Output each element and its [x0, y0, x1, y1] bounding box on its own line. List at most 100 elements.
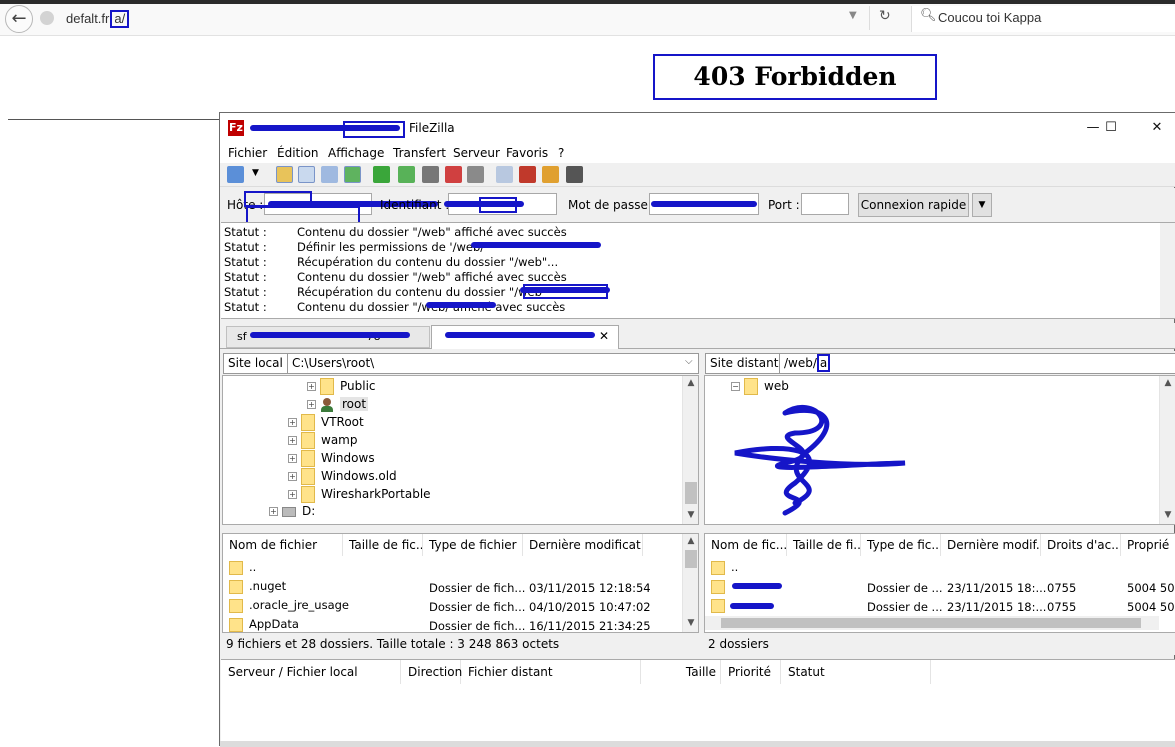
- column-header[interactable]: Nom de fichier: [223, 534, 343, 556]
- local-tree-scrollbar[interactable]: ▲ ▼: [682, 376, 698, 524]
- column-header[interactable]: Direction: [401, 660, 462, 684]
- disconnect-icon[interactable]: [445, 166, 462, 183]
- menu-favoris[interactable]: Favoris: [506, 146, 548, 160]
- column-header[interactable]: Taille de fi...: [787, 534, 861, 556]
- file-type: Dossier de fich...: [429, 600, 526, 614]
- local-tree: + Public + root + VTRoot + wamp + Windows + Wi…: [222, 375, 699, 525]
- close-button[interactable]: ✕: [1142, 117, 1172, 139]
- file-type: Dossier de ...: [867, 600, 943, 614]
- sync-browse-icon[interactable]: [542, 166, 559, 183]
- remote-tree-scrollbar[interactable]: ▲ ▼: [1159, 376, 1175, 524]
- refresh-icon[interactable]: [373, 166, 390, 183]
- quickconnect-dropdown-button[interactable]: ▼: [972, 193, 992, 217]
- toggle-queue-icon[interactable]: [344, 166, 361, 183]
- log-scrollbar[interactable]: [1160, 223, 1175, 318]
- tree-item-vtroot[interactable]: + VTRoot: [288, 414, 364, 431]
- password-label: Mot de passe :: [568, 198, 656, 212]
- toggle-remote-tree-icon[interactable]: [321, 166, 338, 183]
- menu-serveur[interactable]: Serveur: [453, 146, 500, 160]
- drive-icon: [282, 506, 296, 517]
- url-path-highlight: a/: [110, 10, 130, 28]
- queue-scrollbar[interactable]: [220, 741, 1175, 747]
- file-owner: 5004 500: [1127, 600, 1175, 614]
- log-row: Statut : Récupération du contenu du dossi…: [224, 285, 542, 299]
- column-header[interactable]: Dernière modif...: [941, 534, 1041, 556]
- list-item[interactable]: AppData: [229, 617, 299, 632]
- column-header[interactable]: Statut: [781, 660, 931, 684]
- log-row: Statut : Récupération du contenu du dossi…: [224, 255, 559, 269]
- close-tab-icon[interactable]: ✕: [599, 329, 609, 343]
- site-manager-dropdown-icon[interactable]: ▼: [252, 168, 259, 178]
- column-header[interactable]: Taille de fic...: [343, 534, 423, 556]
- column-header[interactable]: Serveur / Fichier local: [221, 660, 401, 684]
- column-header[interactable]: Proprié: [1121, 534, 1175, 556]
- redaction-scribble: [445, 332, 595, 338]
- filezilla-window: Fz FileZilla — ☐ ✕ Fichier Édition Affic…: [219, 112, 1175, 747]
- column-header[interactable]: Droits d'ac...: [1041, 534, 1121, 556]
- cancel-operation-icon[interactable]: [422, 166, 439, 183]
- site-manager-icon[interactable]: [227, 166, 244, 183]
- column-header[interactable]: Type de fichier: [423, 534, 523, 556]
- folder-icon: [301, 414, 315, 431]
- port-input[interactable]: [801, 193, 849, 215]
- redaction-box: [523, 284, 608, 299]
- column-header[interactable]: Type de fic...: [861, 534, 941, 556]
- list-item[interactable]: .nuget: [229, 579, 286, 594]
- list-item[interactable]: [711, 598, 731, 613]
- filter-icon[interactable]: [496, 166, 513, 183]
- menu-edition[interactable]: Édition: [277, 146, 319, 160]
- quickconnect-button[interactable]: Connexion rapide: [858, 193, 969, 217]
- file-type: Dossier de fich...: [429, 619, 526, 633]
- column-header[interactable]: Priorité: [721, 660, 781, 684]
- tree-item-drive-d[interactable]: + D:: [269, 504, 315, 518]
- column-header[interactable]: Dernière modificat...: [523, 534, 643, 556]
- column-header[interactable]: Nom de fic...: [705, 534, 787, 556]
- maximize-button[interactable]: ☐: [1096, 117, 1126, 139]
- transfer-queue: Serveur / Fichier local Direction Fichie…: [221, 659, 1175, 745]
- divider: [8, 119, 223, 120]
- search-files-icon[interactable]: [566, 166, 583, 183]
- reconnect-icon[interactable]: [467, 166, 484, 183]
- back-button[interactable]: ←: [5, 5, 33, 33]
- process-queue-icon[interactable]: [398, 166, 415, 183]
- menu-fichier[interactable]: Fichier: [228, 146, 267, 160]
- redaction-scribble: [250, 332, 410, 338]
- redaction-scribble: [730, 603, 774, 609]
- list-item[interactable]: ..: [229, 560, 256, 575]
- tree-item-windows-old[interactable]: + Windows.old: [288, 468, 397, 485]
- tree-item-root[interactable]: + root: [307, 396, 369, 413]
- window-title: FileZilla: [409, 121, 455, 135]
- tree-item-windows[interactable]: + Windows: [288, 450, 375, 467]
- reload-icon[interactable]: ↻: [879, 8, 891, 24]
- url-history-dropdown-icon[interactable]: ▼: [849, 10, 857, 21]
- redaction-scribble: [651, 201, 757, 207]
- menu-affichage[interactable]: Affichage: [328, 146, 384, 160]
- tree-item-public[interactable]: + Public: [307, 378, 376, 395]
- local-path-dropdown-icon[interactable]: ⌵: [685, 356, 693, 367]
- menu-transfert[interactable]: Transfert: [393, 146, 446, 160]
- globe-icon: [40, 11, 54, 25]
- address-bar[interactable]: defalt.fr a/: [66, 10, 130, 28]
- column-header[interactable]: Taille: [641, 660, 721, 684]
- list-item[interactable]: [711, 579, 731, 594]
- search-input[interactable]: Coucou toi Kappa: [938, 10, 1041, 25]
- remote-path-highlight: a: [816, 354, 831, 372]
- column-header[interactable]: Fichier distant: [461, 660, 641, 684]
- toolbar: [220, 163, 1175, 187]
- local-path-input[interactable]: C:\Users\root\: [287, 353, 699, 374]
- tree-item-wiresharkportable[interactable]: + WiresharkPortable: [288, 486, 431, 503]
- list-item[interactable]: .oracle_jre_usage: [229, 598, 349, 613]
- menu-help[interactable]: ?: [558, 146, 564, 160]
- list-item[interactable]: ..: [711, 560, 738, 575]
- redaction-scribble: [426, 302, 496, 308]
- toggle-log-icon[interactable]: [276, 166, 293, 183]
- remote-path-input[interactable]: /web/a: [779, 353, 1175, 374]
- tree-item-wamp[interactable]: + wamp: [288, 432, 357, 449]
- filezilla-logo-icon: Fz: [228, 120, 244, 136]
- remote-list-hscrollbar[interactable]: [705, 616, 1159, 630]
- local-list-scrollbar[interactable]: ▲ ▼: [682, 534, 698, 632]
- file-date: 03/11/2015 12:18:54: [529, 581, 651, 595]
- folder-icon: [301, 486, 315, 503]
- compare-icon[interactable]: [519, 166, 536, 183]
- toggle-local-tree-icon[interactable]: [298, 166, 315, 183]
